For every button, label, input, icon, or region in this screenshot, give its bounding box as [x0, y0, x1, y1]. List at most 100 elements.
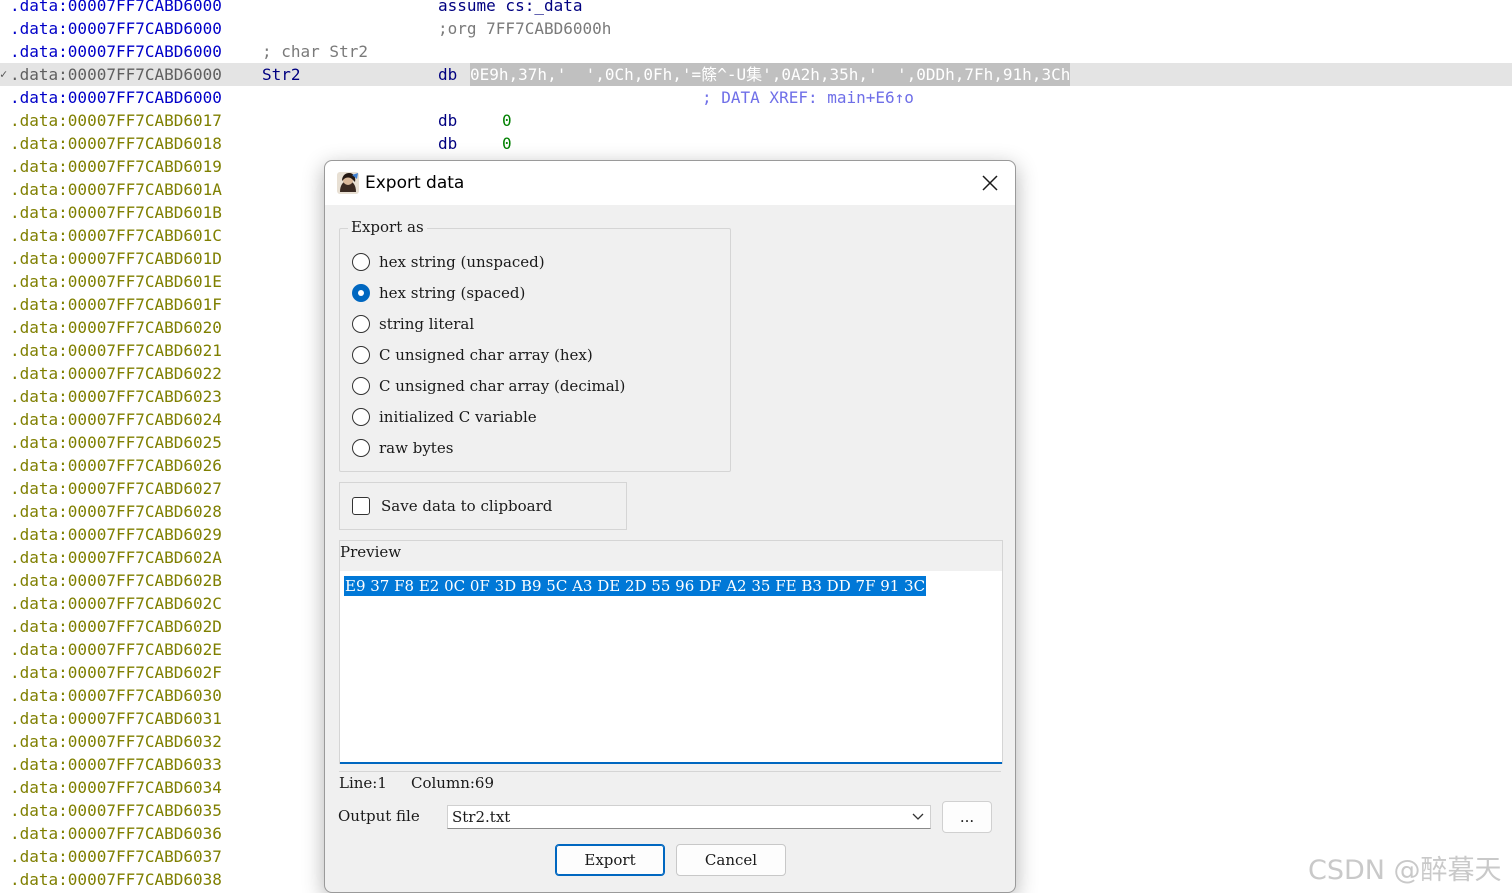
line-mnemonic: db	[438, 111, 458, 130]
browse-button[interactable]: ...	[942, 801, 992, 833]
dialog-title: Export data	[365, 173, 465, 193]
export-data-dialog: Export data Export as hex string (unspac…	[324, 160, 1016, 893]
line-comment: ; char Str2	[262, 42, 368, 61]
radio-button[interactable]	[352, 408, 370, 426]
radio-button-selected[interactable]	[352, 284, 370, 302]
option-label: hex string (unspaced)	[379, 253, 545, 271]
line-address: .data:00007FF7CABD601C	[10, 226, 222, 245]
line-address: .data:00007FF7CABD6026	[10, 456, 222, 475]
line-address: .data:00007FF7CABD602D	[10, 617, 222, 636]
preview-group: Preview E9 37 F8 E2 0C 0F 3D B9 5C A3 DE…	[339, 540, 1003, 764]
option-raw-bytes[interactable]: raw bytes	[352, 436, 453, 460]
export-as-title: Export as	[348, 218, 427, 236]
line-address: .data:00007FF7CABD6037	[10, 847, 222, 866]
line-address: .data:00007FF7CABD6033	[10, 755, 222, 774]
line-address: .data:00007FF7CABD602C	[10, 594, 222, 613]
listing-line[interactable]: .data:00007FF7CABD6000 ; DATA XREF: main…	[0, 86, 1512, 109]
close-button[interactable]	[965, 161, 1015, 205]
check-icon: ✓	[0, 67, 8, 81]
line-operand: 0	[502, 111, 512, 130]
radio-button[interactable]	[352, 253, 370, 271]
line-address: .data:00007FF7CABD6032	[10, 732, 222, 751]
line-address: .data:00007FF7CABD6000	[10, 88, 222, 107]
ida-portrait-icon	[337, 172, 359, 194]
line-address: .data:00007FF7CABD602B	[10, 571, 222, 590]
chevron-down-icon[interactable]	[912, 812, 924, 822]
line-address: .data:00007FF7CABD6036	[10, 824, 222, 843]
option-label: C unsigned char array (decimal)	[379, 377, 626, 395]
line-address: .data:00007FF7CABD6000	[10, 19, 222, 38]
cancel-button[interactable]: Cancel	[676, 844, 786, 876]
preview-label: Preview	[340, 543, 402, 561]
option-label: string literal	[379, 315, 475, 333]
line-address: .data:00007FF7CABD6028	[10, 502, 222, 521]
export-button[interactable]: Export	[555, 844, 665, 876]
line-address: .data:00007FF7CABD6000	[10, 42, 222, 61]
option-label: initialized C variable	[379, 408, 537, 426]
option-label: hex string (spaced)	[379, 284, 526, 302]
line-address: .data:00007FF7CABD6019	[10, 157, 222, 176]
clipboard-group: Save data to clipboard	[339, 482, 627, 530]
line-address: .data:00007FF7CABD602E	[10, 640, 222, 659]
save-to-clipboard-checkbox[interactable]	[352, 497, 370, 515]
option-initialized-c-variable[interactable]: initialized C variable	[352, 405, 537, 429]
line-address: .data:00007FF7CABD6027	[10, 479, 222, 498]
listing-line[interactable]: .data:00007FF7CABD6017 db 0	[0, 109, 1512, 132]
radio-button[interactable]	[352, 377, 370, 395]
status-bar: Line:1 Column:69	[339, 771, 1001, 792]
line-address: .data:00007FF7CABD6035	[10, 801, 222, 820]
option-hex-spaced[interactable]: hex string (spaced)	[352, 281, 525, 305]
line-code: assume cs:_data	[438, 0, 583, 15]
line-address: .data:00007FF7CABD601A	[10, 180, 222, 199]
radio-button[interactable]	[352, 346, 370, 364]
line-address: .data:00007FF7CABD6038	[10, 870, 222, 889]
line-address: .data:00007FF7CABD6018	[10, 134, 222, 153]
line-address: .data:00007FF7CABD6023	[10, 387, 222, 406]
line-address: .data:00007FF7CABD6029	[10, 525, 222, 544]
option-label: C unsigned char array (hex)	[379, 346, 593, 364]
listing-line[interactable]: .data:00007FF7CABD6000 assume cs:_data	[0, 0, 1512, 17]
line-operand-highlighted[interactable]: 0E9h,37h,' ',0Ch,0Fh,'=篨^-U集',0A2h,35h,'…	[470, 63, 1071, 86]
listing-line[interactable]: .data:00007FF7CABD6018 db 0	[0, 132, 1512, 155]
line-address: .data:00007FF7CABD601B	[10, 203, 222, 222]
line-address: .data:00007FF7CABD601E	[10, 272, 222, 291]
line-operand: 0	[502, 134, 512, 153]
line-address: .data:00007FF7CABD6034	[10, 778, 222, 797]
dialog-titlebar[interactable]: Export data	[325, 161, 1015, 205]
status-line: Line:1	[339, 774, 387, 792]
line-xref[interactable]: ; DATA XREF: main+E6↑o	[702, 86, 914, 109]
listing-line-selected[interactable]: ✓ .data:00007FF7CABD6000 Str2 db 0E9h,37…	[0, 63, 1512, 86]
line-address: .data:00007FF7CABD6022	[10, 364, 222, 383]
watermark: CSDN @醉暮天	[1308, 855, 1502, 886]
option-c-array-decimal[interactable]: C unsigned char array (decimal)	[352, 374, 625, 398]
line-address: .data:00007FF7CABD601F	[10, 295, 222, 314]
output-file-combobox[interactable]: Str2.txt	[447, 805, 931, 829]
radio-button[interactable]	[352, 315, 370, 333]
line-address: .data:00007FF7CABD6000	[10, 0, 222, 15]
listing-line[interactable]: .data:00007FF7CABD6000 ; char Str2	[0, 40, 1512, 63]
line-address: .data:00007FF7CABD6000	[10, 65, 222, 84]
output-file-label: Output file	[338, 807, 420, 825]
line-mnemonic: db	[438, 65, 458, 84]
listing-line[interactable]: .data:00007FF7CABD6000 ;org 7FF7CABD6000…	[0, 17, 1512, 40]
line-address: .data:00007FF7CABD6030	[10, 686, 222, 705]
line-address: .data:00007FF7CABD6017	[10, 111, 222, 130]
radio-button[interactable]	[352, 439, 370, 457]
line-address: .data:00007FF7CABD6020	[10, 318, 222, 337]
close-icon	[982, 175, 998, 191]
save-to-clipboard-label[interactable]: Save data to clipboard	[381, 497, 552, 515]
output-file-value: Str2.txt	[452, 808, 511, 826]
option-hex-unspaced[interactable]: hex string (unspaced)	[352, 250, 545, 274]
line-address: .data:00007FF7CABD6021	[10, 341, 222, 360]
export-as-group: Export as hex string (unspaced) hex stri…	[339, 218, 731, 472]
line-address: .data:00007FF7CABD6031	[10, 709, 222, 728]
line-label[interactable]: Str2	[262, 63, 301, 86]
option-string-literal[interactable]: string literal	[352, 312, 474, 336]
status-column: Column:69	[411, 774, 494, 792]
line-mnemonic: db	[438, 134, 458, 153]
option-c-array-hex[interactable]: C unsigned char array (hex)	[352, 343, 593, 367]
line-address: .data:00007FF7CABD602A	[10, 548, 222, 567]
preview-selected-text[interactable]: E9 37 F8 E2 0C 0F 3D B9 5C A3 DE 2D 55 9…	[344, 576, 927, 596]
line-address: .data:00007FF7CABD6025	[10, 433, 222, 452]
preview-textarea[interactable]: E9 37 F8 E2 0C 0F 3D B9 5C A3 DE 2D 55 9…	[340, 571, 1002, 764]
